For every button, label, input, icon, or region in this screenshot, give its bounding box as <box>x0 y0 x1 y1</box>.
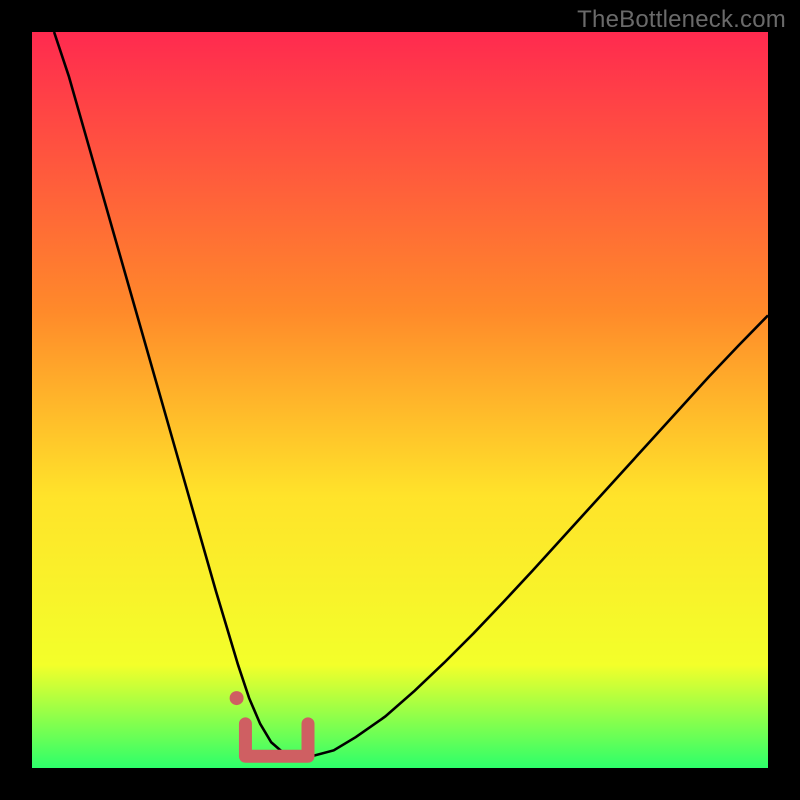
watermark-text: TheBottleneck.com <box>577 6 786 34</box>
chart-frame: TheBottleneck.com <box>0 0 800 800</box>
chart-svg <box>32 32 768 768</box>
plot-area <box>32 32 768 768</box>
minimum-cap-dot <box>230 691 244 705</box>
gradient-background <box>32 32 768 768</box>
